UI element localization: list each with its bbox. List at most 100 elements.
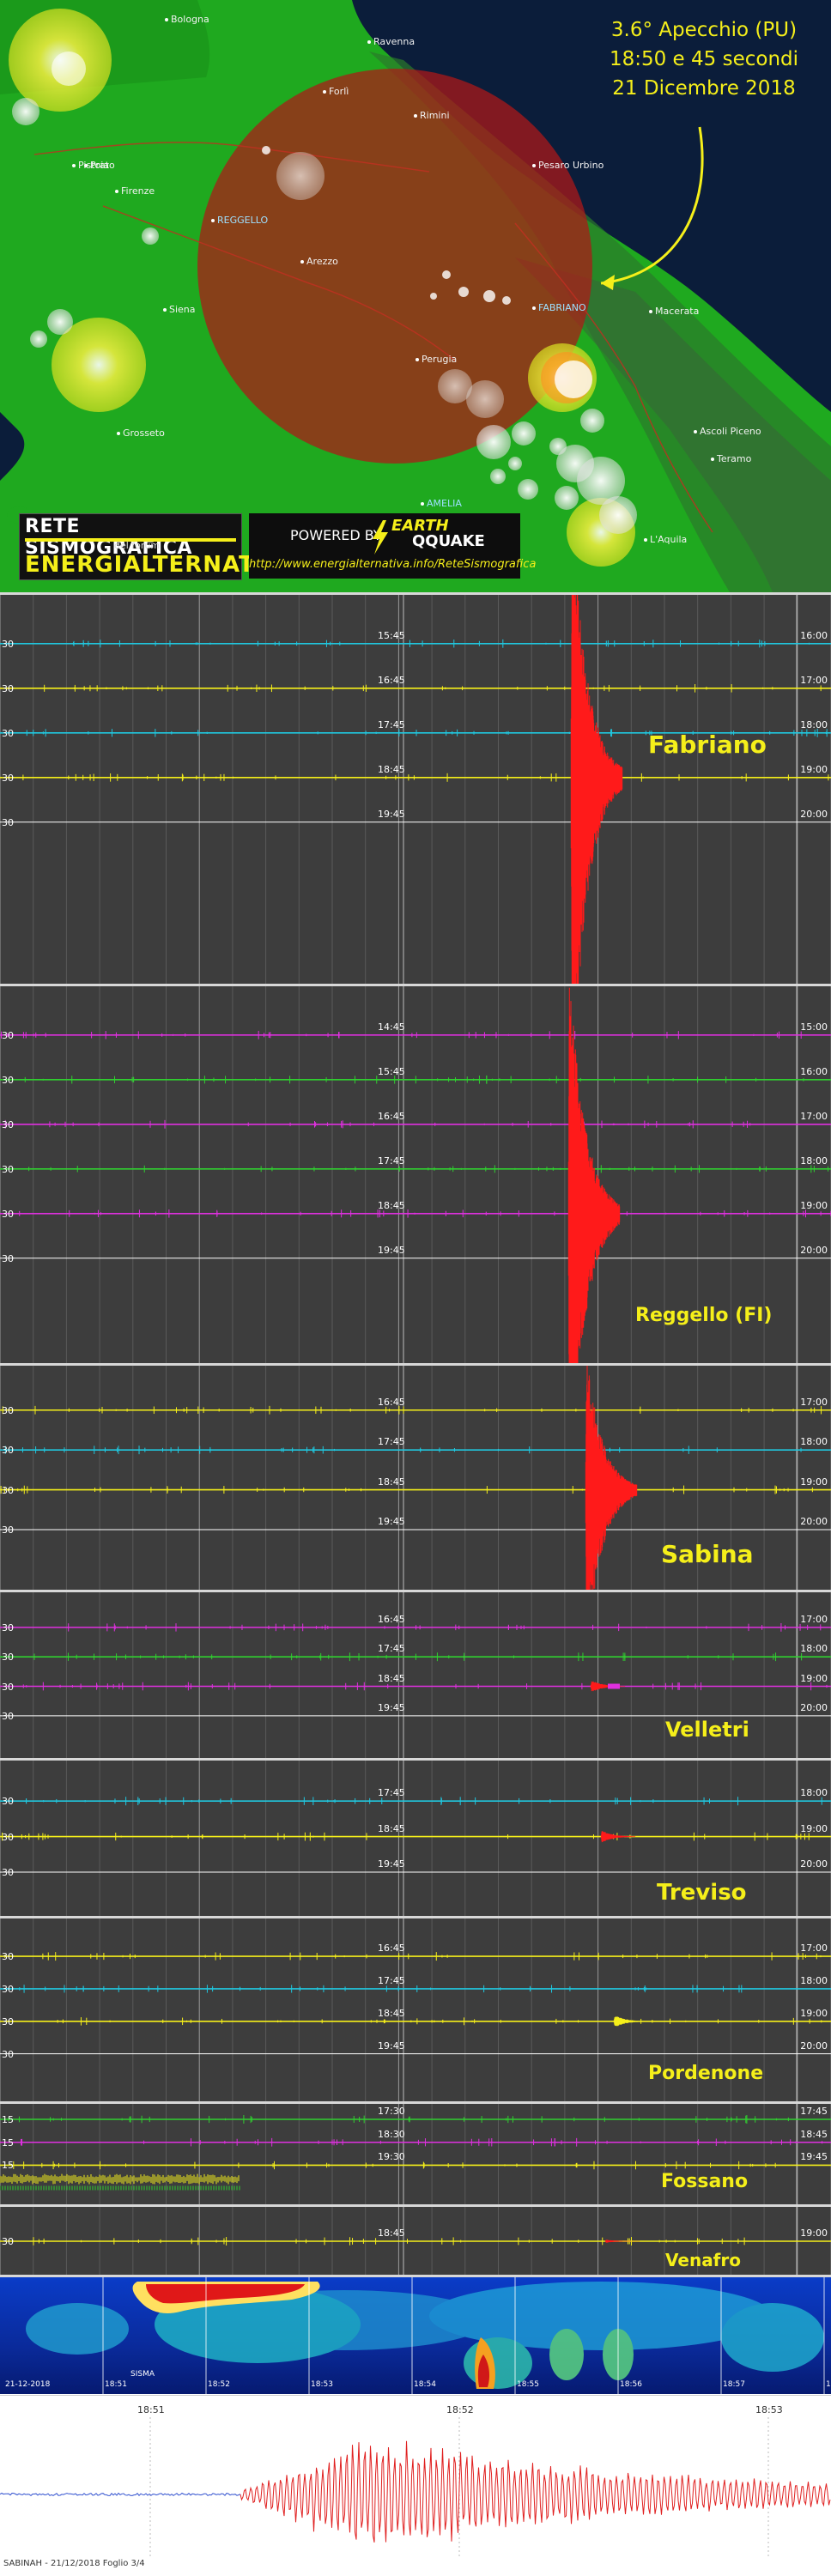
rete-sismografica-logo: RETE SISMOGRAFICA del forum ENERGIALTERN… (19, 513, 298, 580)
left-axis-label: 30 (2, 2048, 14, 2060)
spectrogram-tick: 18:53 (311, 2380, 333, 2389)
city-dot-icon (163, 308, 167, 312)
center-time-label: 16:45 (378, 1110, 405, 1122)
right-time-label: 20:00 (800, 808, 828, 820)
seismogram-panel-venafro: 30 18:45 19:00 Venafro (0, 2204, 831, 2275)
city-dot-icon (421, 502, 424, 506)
center-time-label: 18:45 (378, 1476, 405, 1488)
right-time-label: 17:00 (800, 1613, 828, 1625)
right-time-label: 20:00 (800, 1244, 828, 1256)
right-time-label: 20:00 (800, 2040, 828, 2052)
right-time-label: 19:00 (800, 1822, 828, 1834)
left-axis-label: 30 (2, 1029, 14, 1041)
trace-marker (608, 1683, 620, 1689)
earthquake-signal (570, 595, 623, 984)
seismic-map: Bologna Ravenna Forlì Rimini Prato Pistoia Fir… (0, 0, 831, 592)
city-dot-icon (644, 538, 647, 542)
station-name: Velletri (665, 1718, 749, 1743)
center-time-label: 19:45 (378, 808, 405, 820)
earthquake-signal (585, 1366, 638, 1590)
city-label: Forlì (323, 86, 349, 97)
city-label: Arezzo (300, 256, 338, 267)
spectrogram-date: 21-12-2018 (5, 2380, 51, 2389)
city-name: Siena (169, 304, 196, 315)
station-name: Fabriano (648, 730, 767, 760)
spectrogram-label: SISMA (130, 2370, 155, 2379)
center-time-label: 19:45 (378, 1515, 405, 1527)
left-axis-label: 30 (2, 1118, 14, 1130)
right-time-label: 18:00 (800, 1787, 828, 1799)
right-time-label: 18:00 (800, 1974, 828, 1986)
city-name: Pesaro Urbino (538, 160, 604, 171)
center-time-label: 17:45 (378, 1155, 405, 1167)
seismogram-panel-fabriano: 30 15:45 16:00 30 16:45 17:00 30 17:45 18:00 30 18… (0, 592, 831, 984)
city-label: Bologna (165, 14, 209, 25)
city-name: Macerata (655, 306, 700, 317)
city-dot-icon (532, 164, 536, 167)
left-axis-label: 15 (2, 2160, 14, 2172)
city-name: Arezzo (306, 256, 338, 267)
powered-by-banner: POWERED BY: EARTH QQUAKE http://www.ener… (249, 513, 536, 579)
city-name: Bologna (171, 14, 209, 25)
powered-brand-2: QQUAKE (412, 532, 485, 550)
city-dot-icon (211, 219, 215, 222)
city-label: Perugia (416, 354, 457, 365)
city-label: FABRIANO (532, 302, 586, 313)
center-time-label: 19:45 (378, 1244, 405, 1256)
left-axis-label: 30 (2, 1710, 14, 1722)
left-axis-label: 30 (2, 1445, 14, 1457)
city-name: Ascoli Piceno (700, 426, 761, 437)
center-time-label: 16:45 (378, 1613, 405, 1625)
earthquake-signal (600, 1831, 636, 1843)
right-time-label: 19:00 (800, 2007, 828, 2019)
right-time-label: 19:45 (800, 2151, 828, 2163)
city-label: Grosseto (117, 427, 165, 439)
center-time-label: 17:45 (378, 1974, 405, 1986)
center-time-label: 16:45 (378, 1943, 405, 1955)
annotation-line-3: 21 Dicembre 2018 (612, 77, 796, 100)
right-time-label: 18:00 (800, 1436, 828, 1448)
website-link[interactable]: http://www.energialternativa.info/ReteSi… (249, 558, 536, 571)
left-axis-label: 30 (2, 1831, 14, 1843)
center-time-label: 16:45 (378, 674, 405, 686)
right-time-label: 20:00 (800, 1701, 828, 1713)
city-name: Firenze (121, 185, 155, 197)
right-time-label: 17:00 (800, 674, 828, 686)
city-name: Ravenna (373, 36, 416, 47)
seismogram-panel-velletri: 30 16:45 17:00 30 17:45 18:00 30 18:45 19:00 30 19… (0, 1590, 831, 1758)
city-dot-icon (115, 190, 118, 193)
spectrogram-tick: 18:56 (620, 2380, 642, 2389)
city-name: Grosseto (123, 427, 165, 439)
right-time-label: 18:00 (800, 1155, 828, 1167)
left-axis-label: 30 (2, 1983, 14, 1995)
spectrogram-tick: 18:55 (517, 2380, 539, 2389)
city-dot-icon (323, 90, 326, 94)
city-dot-icon (367, 40, 371, 44)
city-name: Perugia (422, 354, 458, 365)
lightning-icon (373, 520, 388, 555)
spectrogram-image (0, 2277, 831, 2394)
center-time-label: 17:45 (378, 1643, 405, 1655)
city-label: Rimini (414, 110, 450, 121)
right-time-label: 16:00 (800, 1065, 828, 1077)
city-label: L'Aquila (644, 534, 687, 545)
left-axis-label: 30 (2, 1208, 14, 1220)
logo-line-2: del forum (114, 540, 161, 551)
right-time-label: 19:00 (800, 763, 828, 775)
right-time-label: 18:00 (800, 1643, 828, 1655)
center-time-label: 17:45 (378, 718, 405, 730)
spectrogram-tick: 18:52 (208, 2380, 230, 2389)
city-dot-icon (72, 164, 76, 167)
left-axis-label: 30 (2, 1681, 14, 1693)
station-name: Pordenone (648, 2062, 764, 2084)
right-time-label: 20:00 (800, 1858, 828, 1870)
city-dot-icon (165, 18, 168, 21)
city-dot-icon (414, 114, 417, 118)
left-axis-label: 30 (2, 682, 14, 694)
city-label: Ascoli Piceno (694, 426, 761, 437)
earthquake-signal (604, 2240, 640, 2243)
city-name: Forlì (329, 86, 349, 97)
city-label: AMELIA (421, 498, 462, 509)
seismogram-panel-sabina: 30 16:45 17:00 30 17:45 18:00 30 18:45 19:00 30 19… (0, 1363, 831, 1590)
annotation-line-2: 18:50 e 45 secondi (609, 48, 799, 70)
